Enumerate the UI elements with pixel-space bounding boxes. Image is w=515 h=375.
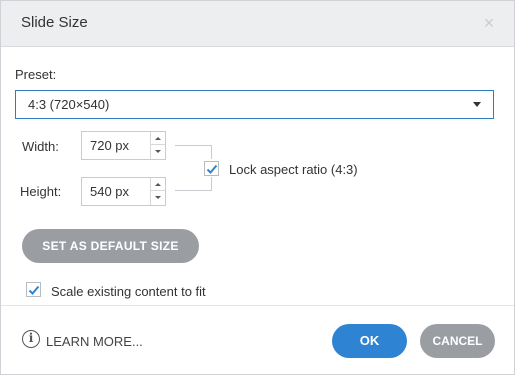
aspect-bracket-lower	[211, 177, 212, 191]
aspect-bracket-upper	[211, 145, 212, 159]
height-value: 540 px	[90, 184, 130, 199]
slide-size-dialog: Slide Size × Preset: 4:3 (720×540) Width…	[0, 0, 515, 375]
width-spin-buttons	[150, 132, 165, 159]
dialog-header: Slide Size ×	[1, 1, 514, 47]
ok-button[interactable]: OK	[332, 324, 407, 358]
lock-aspect-checkbox[interactable]	[204, 161, 219, 176]
aspect-bracket-bottom	[175, 190, 212, 191]
scale-content-checkbox[interactable]	[26, 282, 41, 297]
height-stepper[interactable]: 540 px	[81, 177, 166, 206]
height-decrement-button[interactable]	[151, 192, 165, 205]
width-label: Width:	[22, 139, 59, 154]
dialog-title: Slide Size	[21, 14, 88, 31]
width-stepper[interactable]: 720 px	[81, 131, 166, 160]
close-icon[interactable]: ×	[482, 13, 496, 33]
lock-aspect-label: Lock aspect ratio (4:3)	[229, 162, 358, 177]
preset-select[interactable]: 4:3 (720×540)	[15, 90, 494, 119]
chevron-down-icon	[473, 102, 481, 107]
cancel-button[interactable]: CANCEL	[420, 324, 495, 358]
checkmark-icon	[28, 285, 40, 295]
learn-more-link[interactable]: LEARN MORE...	[46, 334, 143, 349]
checkmark-icon	[206, 164, 218, 174]
preset-selected-value: 4:3 (720×540)	[28, 97, 110, 112]
info-icon: i	[22, 330, 40, 348]
width-increment-button[interactable]	[151, 132, 165, 145]
preset-label: Preset:	[15, 67, 57, 82]
height-spin-buttons	[150, 178, 165, 205]
aspect-bracket-top	[175, 145, 212, 146]
scale-content-label: Scale existing content to fit	[51, 284, 206, 299]
width-decrement-button[interactable]	[151, 146, 165, 159]
set-as-default-size-button[interactable]: SET AS DEFAULT SIZE	[22, 229, 199, 263]
height-label: Height:	[20, 184, 62, 199]
height-increment-button[interactable]	[151, 178, 165, 191]
width-value: 720 px	[90, 138, 130, 153]
